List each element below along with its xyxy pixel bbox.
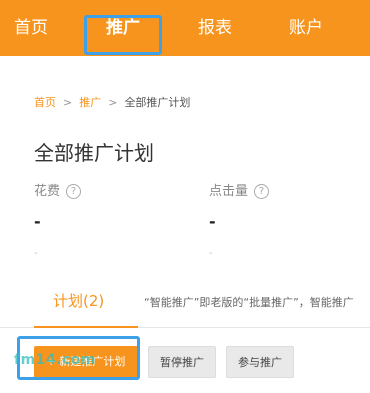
stat-cost-label: 花费? xyxy=(34,180,82,199)
stat-cost-label-text: 花费 xyxy=(34,184,61,199)
stat-clicks-value: - xyxy=(209,212,216,231)
tab-plan[interactable]: 计划(2) xyxy=(53,290,104,311)
breadcrumb-promotion-link[interactable]: 推广 xyxy=(79,96,101,109)
nav-item-promotion[interactable]: 推广 xyxy=(84,0,162,56)
nav-item-account[interactable]: 账户 xyxy=(275,0,337,56)
breadcrumb-separator: > xyxy=(63,96,73,109)
breadcrumb: 首页 > 推广 > 全部推广计划 xyxy=(34,94,190,110)
nav-item-reports[interactable]: 报表 xyxy=(184,0,246,56)
stat-clicks-label: 点击量? xyxy=(209,180,270,199)
stat-cost-sub: - xyxy=(34,248,38,259)
tab-active-underline xyxy=(34,326,138,328)
top-nav-bar: 首页 推广 报表 账户 xyxy=(0,0,370,56)
question-circle-icon[interactable]: ? xyxy=(254,184,270,199)
breadcrumb-current: 全部推广计划 xyxy=(124,96,191,109)
stat-clicks-sub: - xyxy=(209,248,213,259)
breadcrumb-home-link[interactable]: 首页 xyxy=(34,96,56,109)
pause-promotion-button[interactable]: 暂停推广 xyxy=(148,346,216,378)
page-title: 全部推广计划 xyxy=(34,141,154,165)
nav-item-home[interactable]: 首页 xyxy=(0,0,62,56)
stat-cost-value: - xyxy=(34,212,41,231)
stat-clicks-label-text: 点击量 xyxy=(209,184,249,199)
join-promotion-button[interactable]: 参与推广 xyxy=(226,346,294,378)
new-plan-button[interactable]: + 新建推广计划 xyxy=(34,346,138,378)
breadcrumb-separator: > xyxy=(108,96,118,109)
question-circle-icon[interactable]: ? xyxy=(66,184,82,199)
tab-description: “智能推广”即老版的“批量推广”，智能推广 xyxy=(144,296,354,309)
